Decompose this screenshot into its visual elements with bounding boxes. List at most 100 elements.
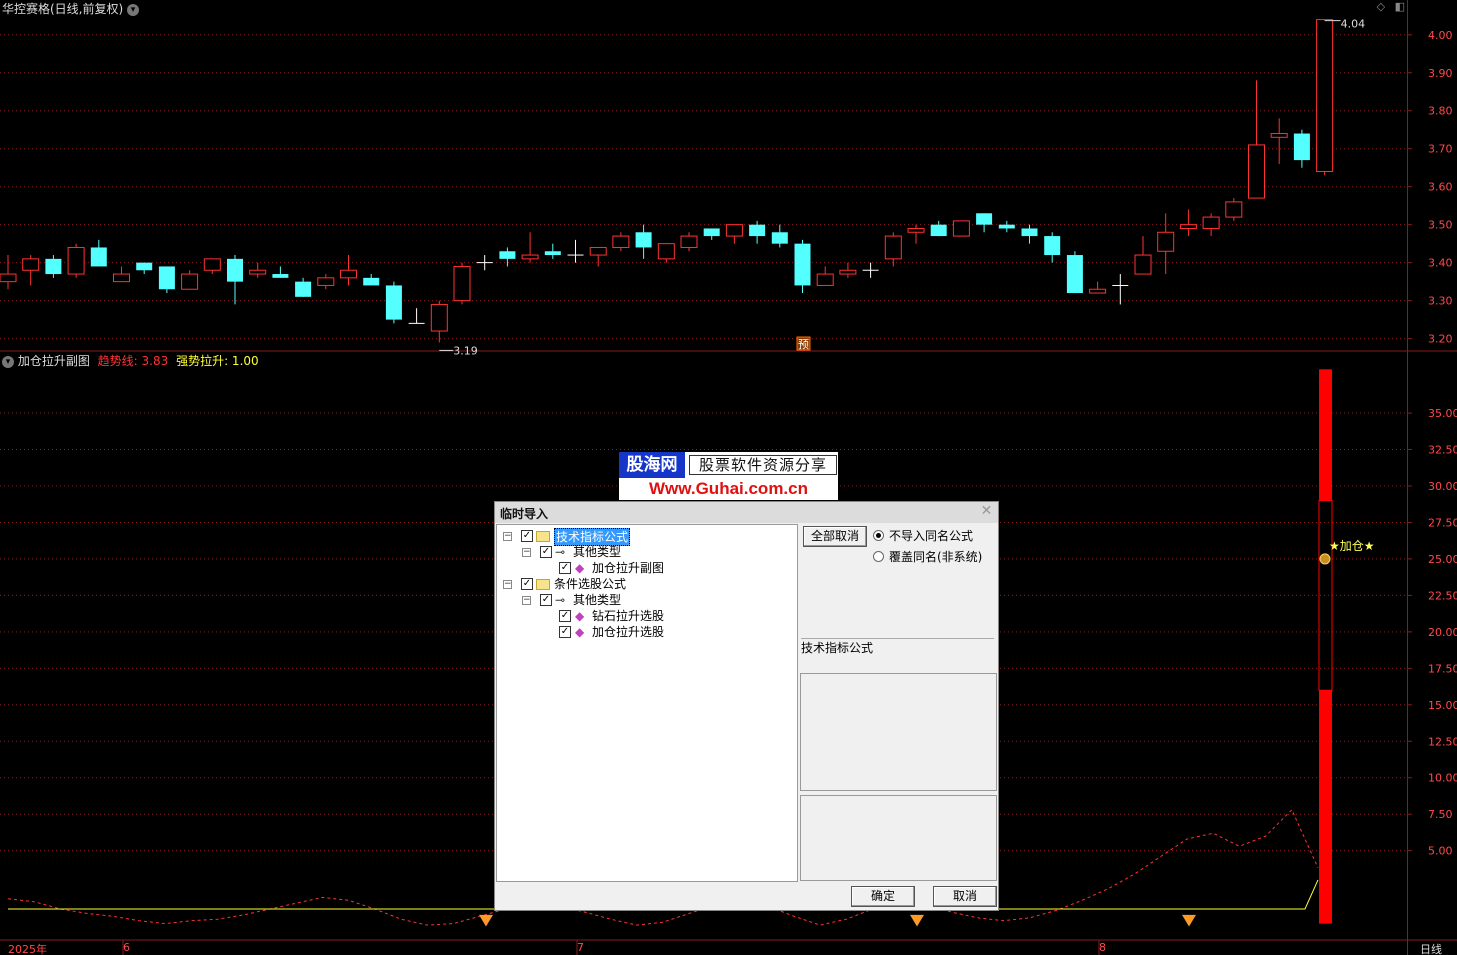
candle-body [317,277,335,286]
tree-node-stock-screen[interactable]: − ✓ 条件选股公式 [497,576,797,592]
surge-value: 强势拉升: 1.00 [176,354,259,368]
candle-body [340,269,357,279]
signal-triangle-icon [1182,914,1196,927]
checkbox[interactable]: ✓ [559,610,571,622]
y-tick-label: 3.40 [1428,257,1453,270]
tree-node-label: 其他类型 [573,545,622,559]
close-icon[interactable]: ✕ [979,504,994,519]
candle-body [90,247,107,267]
candle-body [1066,255,1083,294]
y-tick-label: 12.50 [1428,735,1457,748]
y-tick-label: 3.30 [1428,295,1453,308]
collapse-icon[interactable]: − [522,596,531,605]
y-tick-label: 22.50 [1428,589,1457,602]
formula-tree[interactable]: − ✓ 技术指标公式 − ✓ ⊸ 其他类型 ✓ ◆ 加仓拉升副图 − ✓ 条件选… [496,524,798,882]
candle-body [521,254,539,260]
chevron-down-icon[interactable]: ▾ [127,3,140,16]
info-label: 技术指标公式 [801,641,874,655]
add-position-label: ★加仓★ [1329,539,1375,553]
candle-body [67,246,85,275]
radio-label: 覆盖同名(非系统) [889,550,983,564]
collapse-icon[interactable]: − [522,548,531,557]
y-tick-label: 27.50 [1428,516,1457,529]
money-bag-icon [1319,553,1331,565]
tree-node-other-type[interactable]: − ✓ ⊸ 其他类型 [497,592,797,608]
candle-body [657,243,675,260]
y-tick-label: 3.50 [1428,219,1453,232]
candle-body [136,262,153,271]
y-tick-label: 4.00 [1428,29,1453,42]
candle-body [1225,201,1243,218]
tree-node-other-type[interactable]: − ✓ ⊸ 其他类型 [497,544,797,560]
cancel-button[interactable]: 取消 [933,886,997,907]
tree-node-label: 钻石拉升选股 [592,609,665,623]
candle-body [749,224,766,237]
tree-node-tech-formula[interactable]: − ✓ 技术指标公式 [497,528,797,546]
guhai-banner: 股海网 股票软件资源分享 Www.Guhai.com.cn [619,452,838,500]
chevron-down-icon[interactable]: ▾ [2,355,14,368]
tree-node-formula[interactable]: ✓ ◆ 加仓拉升选股 [497,624,797,640]
candle-body [680,235,698,248]
candle-body [952,220,970,237]
signal-triangle-icon [479,914,493,927]
candle-body [158,266,175,290]
indicator-header: ▾ 加仓拉升副图 趋势线: 3.83 强势拉升: 1.00 [2,352,259,369]
banner-url: Www.Guhai.com.cn [649,479,808,498]
candle-body [295,281,312,297]
radio-dot[interactable] [873,551,884,562]
candle-body [1293,133,1310,161]
formula-diamond-icon: ◆ [575,625,585,639]
period-label[interactable]: 日线 [1420,941,1442,955]
y-tick-label: 3.70 [1428,143,1453,156]
dialog-title: 临时导入 [500,507,549,521]
candle-body [725,224,743,237]
panel-toggle-icon[interactable]: ◧ [1395,0,1405,13]
y-tick-label: 15.00 [1428,699,1457,712]
tree-node-label: 加仓拉升副图 [592,561,665,575]
candle-body [203,258,221,271]
radio-label: 不导入同名公式 [889,529,974,543]
y-tick-label: 35.00 [1428,407,1457,420]
tree-node-label: 条件选股公式 [554,577,627,591]
radio-dot[interactable] [873,530,884,541]
candle-body [589,246,607,256]
checkbox[interactable]: ✓ [521,578,533,590]
candle-body [635,232,652,248]
description-panel [800,795,997,881]
candle-body [998,224,1015,229]
x-axis-label: 8 [1099,941,1106,954]
collapse-icon[interactable]: − [503,532,512,541]
checkbox[interactable]: ✓ [540,594,552,606]
checkbox[interactable]: ✓ [559,626,571,638]
signal-triangle-icon [910,914,924,927]
signal-bar [1319,369,1332,501]
candle-body [816,273,834,286]
formula-diamond-icon: ◆ [575,561,585,575]
y-tick-label: 32.50 [1428,444,1457,457]
ok-button[interactable]: 确定 [851,886,915,907]
tree-node-formula[interactable]: ✓ ◆ 钻石拉升选股 [497,608,797,624]
collapse-icon[interactable]: − [503,580,512,589]
diamond-icon[interactable]: ◇ [1377,0,1385,13]
candle-body [1134,254,1152,275]
deselect-all-button[interactable]: 全部取消 [803,526,867,547]
y-tick-label: 3.20 [1428,333,1453,346]
candle-body [794,243,811,286]
x-axis-label: 2025年 [8,943,47,955]
formula-diamond-icon: ◆ [575,609,585,623]
candle-body [45,258,62,275]
stock-title-bar[interactable]: 华控赛格(日线,前复权) ▾ [2,0,140,17]
candle-body [453,265,471,302]
checkbox[interactable]: ✓ [540,546,552,558]
candle-body [272,274,289,278]
tree-node-formula[interactable]: ✓ ◆ 加仓拉升副图 [497,560,797,576]
checkbox[interactable]: ✓ [559,562,571,574]
checkbox[interactable]: ✓ [521,530,533,542]
candle-body [884,235,902,260]
candle-body [1157,231,1175,252]
dialog-titlebar[interactable]: 临时导入 ✕ [495,502,998,523]
y-tick-label: 20.00 [1428,626,1457,639]
banner-logo: 股海网 [619,452,685,478]
signal-bar [1319,690,1332,924]
candle-body [1202,216,1220,229]
